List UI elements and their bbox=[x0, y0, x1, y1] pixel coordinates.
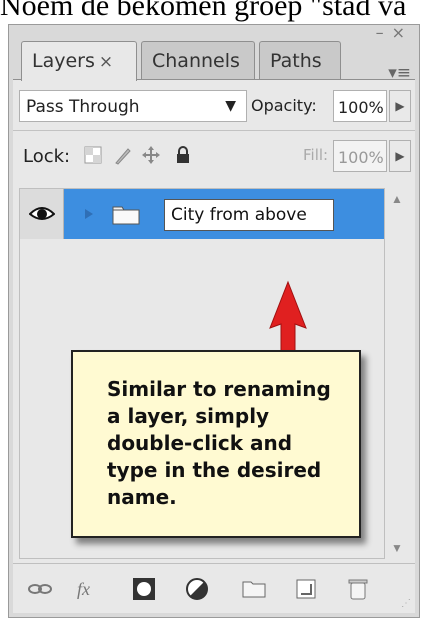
layer-row[interactable]: City from above bbox=[20, 189, 384, 239]
caption-text: Noem de bekomen groep "stad va bbox=[0, 0, 407, 22]
layer-name-value: City from above bbox=[171, 205, 307, 225]
expand-triangle-icon[interactable] bbox=[82, 207, 96, 221]
fill-label: Fill: bbox=[303, 146, 329, 164]
new-layer-icon[interactable] bbox=[293, 576, 319, 602]
lock-position-icon[interactable] bbox=[141, 145, 161, 165]
mask-icon[interactable] bbox=[131, 576, 157, 602]
adjustment-icon[interactable] bbox=[185, 576, 211, 602]
blend-row: Pass Through ▼ Opacity: 100% ▶ bbox=[13, 88, 415, 124]
opacity-value: 100% bbox=[338, 98, 384, 117]
panel-tabs: Layers × Channels Paths ▾≡ bbox=[21, 41, 411, 83]
tab-channels[interactable]: Channels bbox=[141, 41, 255, 79]
visibility-toggle[interactable] bbox=[20, 189, 64, 239]
fill-slider-button[interactable]: ▶ bbox=[389, 140, 411, 172]
minimize-icon[interactable]: – bbox=[376, 23, 392, 42]
tab-channels-label: Channels bbox=[152, 50, 240, 72]
fill-value: 100% bbox=[338, 148, 384, 167]
tab-close-icon[interactable]: × bbox=[99, 52, 113, 72]
lock-all-icon[interactable] bbox=[173, 145, 193, 165]
fx-icon[interactable]: fx bbox=[75, 576, 101, 602]
link-icon[interactable] bbox=[27, 576, 53, 602]
new-group-icon[interactable] bbox=[241, 576, 267, 602]
layer-name-input[interactable]: City from above bbox=[164, 199, 334, 231]
close-icon[interactable]: × bbox=[392, 23, 413, 42]
tab-paths[interactable]: Paths bbox=[259, 41, 341, 79]
layers-panel: –× Layers × Channels Paths ▾≡ Pass Throug… bbox=[8, 23, 420, 618]
opacity-slider-button[interactable]: ▶ bbox=[389, 90, 411, 122]
lock-transparency-icon[interactable] bbox=[83, 145, 103, 165]
chevron-down-icon: ▼ bbox=[225, 98, 236, 114]
fill-field[interactable]: 100% bbox=[333, 140, 387, 172]
scrollbar[interactable]: ▲ ▼ bbox=[387, 188, 411, 559]
eye-icon bbox=[29, 207, 55, 220]
divider bbox=[13, 130, 415, 131]
callout-box: Similar to renaming a layer, simply doub… bbox=[71, 350, 361, 538]
resize-grip-icon[interactable]: ⋰ bbox=[401, 598, 411, 609]
svg-text:fx: fx bbox=[77, 579, 90, 599]
lock-row: Lock: Fill: 100% ▶ bbox=[13, 136, 415, 176]
blend-mode-select[interactable]: Pass Through ▼ bbox=[19, 90, 247, 122]
folder-icon bbox=[112, 206, 140, 225]
trash-icon[interactable] bbox=[345, 576, 371, 602]
blend-mode-value: Pass Through bbox=[26, 97, 140, 117]
tab-paths-label: Paths bbox=[270, 50, 322, 72]
tab-layers-label: Layers bbox=[32, 50, 95, 72]
layers-bottom-toolbar: fx ⋰ bbox=[13, 563, 415, 613]
opacity-field[interactable]: 100% bbox=[333, 90, 387, 122]
opacity-label: Opacity: bbox=[251, 96, 317, 115]
lock-pixels-icon[interactable] bbox=[113, 145, 133, 165]
tab-layers[interactable]: Layers × bbox=[21, 41, 137, 81]
window-buttons: –× bbox=[376, 23, 413, 42]
scroll-down-icon[interactable]: ▼ bbox=[391, 541, 403, 555]
scroll-up-icon[interactable]: ▲ bbox=[391, 192, 403, 206]
lock-label: Lock: bbox=[23, 146, 71, 167]
panel-body: Pass Through ▼ Opacity: 100% ▶ Lock: Fil… bbox=[13, 79, 415, 613]
pointer-arrow bbox=[269, 280, 307, 359]
